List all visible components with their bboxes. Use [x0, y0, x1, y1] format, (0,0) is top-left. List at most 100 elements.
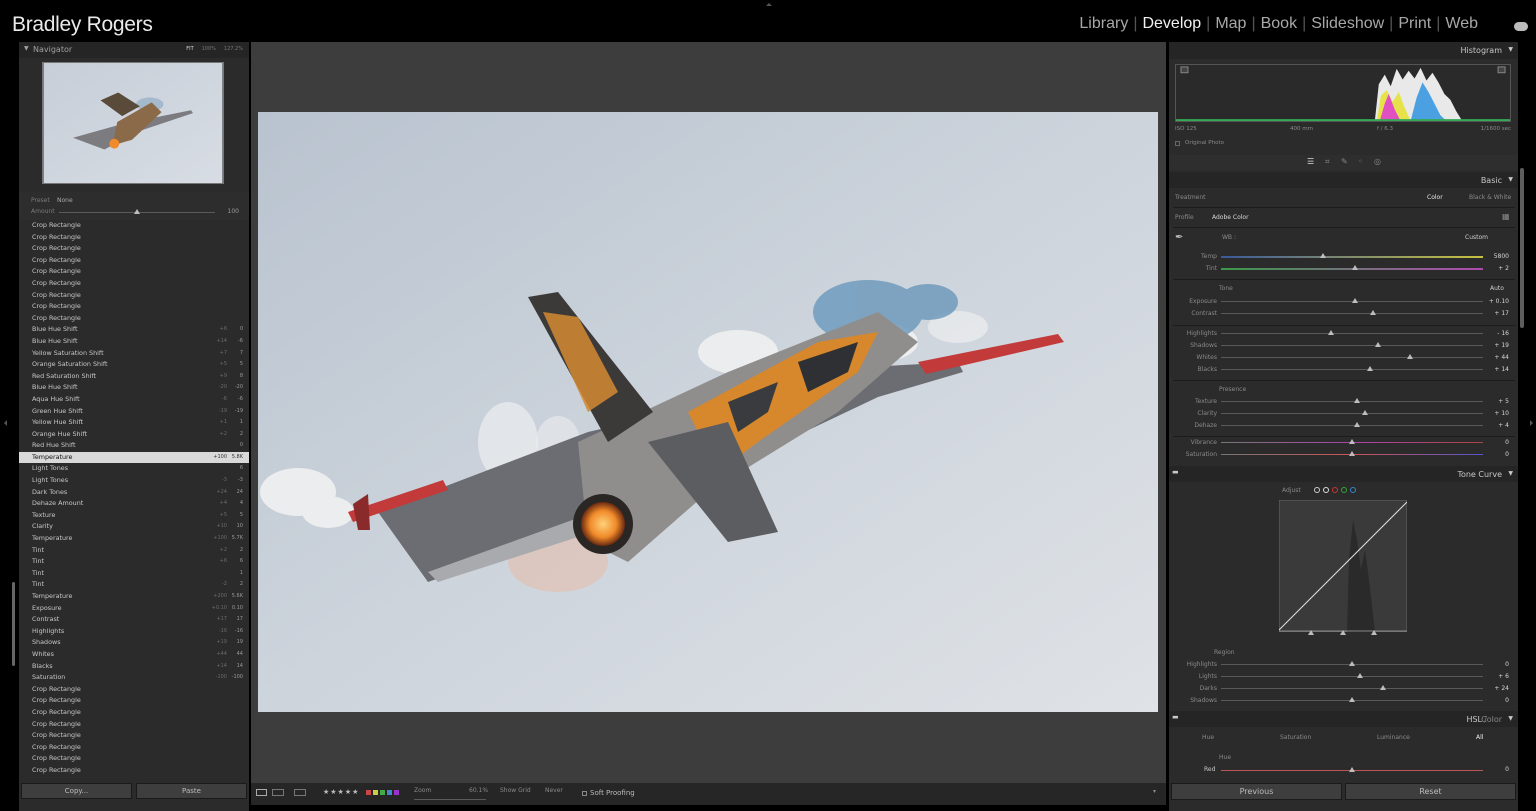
- slider-track[interactable]: [1221, 425, 1483, 426]
- history-item[interactable]: Tint -2 2: [19, 579, 249, 591]
- history-item[interactable]: Saturation -100 -100: [19, 672, 249, 684]
- profile-browser-icon[interactable]: ▦: [1502, 212, 1510, 221]
- zoom-slider[interactable]: [414, 799, 486, 800]
- copy-button[interactable]: Copy...: [21, 783, 132, 799]
- preset-value[interactable]: None: [57, 197, 73, 204]
- history-item[interactable]: Crop Rectangle: [19, 220, 249, 232]
- history-item[interactable]: Crop Rectangle: [19, 719, 249, 731]
- tone-curve-graph[interactable]: [1279, 500, 1407, 632]
- toolbar-menu-icon[interactable]: ▾: [1153, 788, 1156, 795]
- curve-split-thumb[interactable]: [1371, 630, 1377, 635]
- edit-sliders-icon[interactable]: ☰: [1307, 157, 1314, 166]
- before-after-icon[interactable]: [272, 789, 284, 796]
- previous-button[interactable]: Previous: [1171, 783, 1342, 800]
- basic-header[interactable]: Basic ▼: [1169, 172, 1518, 188]
- slider-track[interactable]: [1221, 413, 1483, 414]
- history-item[interactable]: Orange Hue Shift +2 2: [19, 429, 249, 441]
- slider-track[interactable]: [1221, 357, 1483, 358]
- collapse-top-icon[interactable]: [766, 3, 772, 6]
- slider-thumb[interactable]: [1349, 439, 1355, 444]
- slider-track[interactable]: [1221, 345, 1483, 346]
- history-item[interactable]: Crop Rectangle: [19, 695, 249, 707]
- slider-track[interactable]: [1221, 401, 1483, 402]
- hsl-title[interactable]: HSL: [1466, 715, 1482, 724]
- slider-track[interactable]: [1221, 369, 1483, 370]
- history-item[interactable]: Crop Rectangle: [19, 266, 249, 278]
- history-item[interactable]: Highlights -16 -16: [19, 626, 249, 638]
- panel-toggle-icon[interactable]: ▬: [1172, 468, 1179, 476]
- module-develop[interactable]: Develop: [1142, 15, 1201, 33]
- history-item[interactable]: Yellow Hue Shift +1 1: [19, 417, 249, 429]
- hsl-tab-luminance[interactable]: Luminance: [1377, 734, 1410, 741]
- profile-value[interactable]: Adobe Color: [1212, 214, 1249, 221]
- left-scrollbar[interactable]: [12, 582, 15, 666]
- red-label-icon[interactable]: [366, 790, 371, 795]
- treatment-color[interactable]: Color: [1427, 194, 1443, 201]
- history-item[interactable]: Shadows +19 19: [19, 637, 249, 649]
- hsl-header[interactable]: ▬ HSL / Color ▼: [1169, 711, 1518, 727]
- curve-split-thumb[interactable]: [1340, 630, 1346, 635]
- slider-thumb[interactable]: [1320, 253, 1327, 258]
- slider-thumb[interactable]: [1375, 342, 1382, 347]
- reset-button[interactable]: Reset: [1345, 783, 1516, 800]
- module-map[interactable]: Map: [1215, 15, 1246, 33]
- history-item[interactable]: Crop Rectangle: [19, 753, 249, 765]
- cloud-sync-icon[interactable]: [1514, 22, 1528, 31]
- yellow-label-icon[interactable]: [373, 790, 378, 795]
- histogram-header[interactable]: Histogram ▼: [1169, 42, 1518, 59]
- green-label-icon[interactable]: [380, 790, 385, 795]
- slider-thumb[interactable]: [1351, 265, 1358, 270]
- history-item[interactable]: Crop Rectangle: [19, 232, 249, 244]
- hsl-tab-hue[interactable]: Hue: [1202, 734, 1214, 741]
- point-curve-icon[interactable]: [1323, 487, 1329, 493]
- history-item[interactable]: Tint 1: [19, 568, 249, 580]
- zoom-fit[interactable]: FIT: [186, 46, 193, 52]
- slider-thumb[interactable]: [1349, 451, 1355, 456]
- slider-thumb[interactable]: [1406, 354, 1413, 359]
- history-item[interactable]: Blue Hue Shift +14 -6: [19, 336, 249, 348]
- navigator-thumbnail[interactable]: [42, 62, 224, 184]
- history-item[interactable]: Aqua Hue Shift -6 -6: [19, 394, 249, 406]
- slider-track[interactable]: [1221, 256, 1483, 258]
- collapse-right-icon[interactable]: [1530, 420, 1533, 426]
- history-item[interactable]: Blacks +14 14: [19, 661, 249, 673]
- slider-thumb[interactable]: [1354, 398, 1361, 403]
- slider-track[interactable]: [1221, 676, 1483, 677]
- history-item[interactable]: Crop Rectangle: [19, 301, 249, 313]
- blue-channel-icon[interactable]: [1350, 487, 1356, 493]
- history-item[interactable]: Crop Rectangle: [19, 730, 249, 742]
- main-photo[interactable]: [258, 112, 1158, 712]
- history-item[interactable]: Green Hue Shift -19 -19: [19, 406, 249, 418]
- history-item[interactable]: Crop Rectangle: [19, 278, 249, 290]
- history-item[interactable]: Dehaze Amount +4 4: [19, 498, 249, 510]
- slider-thumb[interactable]: [1362, 410, 1369, 415]
- purple-label-icon[interactable]: [394, 790, 399, 795]
- red-channel-icon[interactable]: [1332, 487, 1338, 493]
- history-item[interactable]: Orange Saturation Shift +5 5: [19, 359, 249, 371]
- history-item[interactable]: Crop Rectangle: [19, 290, 249, 302]
- compare-view-icon[interactable]: [294, 789, 306, 796]
- history-item[interactable]: Texture +5 5: [19, 510, 249, 522]
- history-item[interactable]: Tint +6 6: [19, 556, 249, 568]
- slider-thumb[interactable]: [1356, 673, 1363, 678]
- history-item[interactable]: Dark Tones +24 24: [19, 487, 249, 499]
- white-balance-picker-icon[interactable]: ✒: [1175, 232, 1183, 243]
- history-item[interactable]: Light Tones 6: [19, 463, 249, 475]
- slider-track[interactable]: [1221, 688, 1483, 689]
- healing-tool-icon[interactable]: ✎: [1341, 157, 1348, 166]
- crop-tool-icon[interactable]: ⌗: [1325, 157, 1330, 167]
- zoom-100[interactable]: 100%: [202, 46, 216, 52]
- rating-stars[interactable]: ★★★★★: [323, 788, 359, 796]
- parametric-curve-icon[interactable]: [1314, 487, 1320, 493]
- redeye-tool-icon[interactable]: ◦: [1358, 157, 1363, 166]
- amount-slider-thumb[interactable]: [134, 209, 140, 214]
- history-item[interactable]: Temperature +200 5.6K: [19, 591, 249, 603]
- slider-track[interactable]: [1221, 313, 1483, 314]
- slider-thumb[interactable]: [1351, 298, 1358, 303]
- slider-thumb[interactable]: [1367, 366, 1374, 371]
- history-item[interactable]: Crop Rectangle: [19, 313, 249, 325]
- navigator-header[interactable]: ▼ Navigator FIT 100% 127.2%: [19, 42, 249, 58]
- module-library[interactable]: Library: [1079, 15, 1128, 33]
- slider-thumb[interactable]: [1328, 330, 1335, 335]
- history-item[interactable]: Temperature +100 5.7K: [19, 533, 249, 545]
